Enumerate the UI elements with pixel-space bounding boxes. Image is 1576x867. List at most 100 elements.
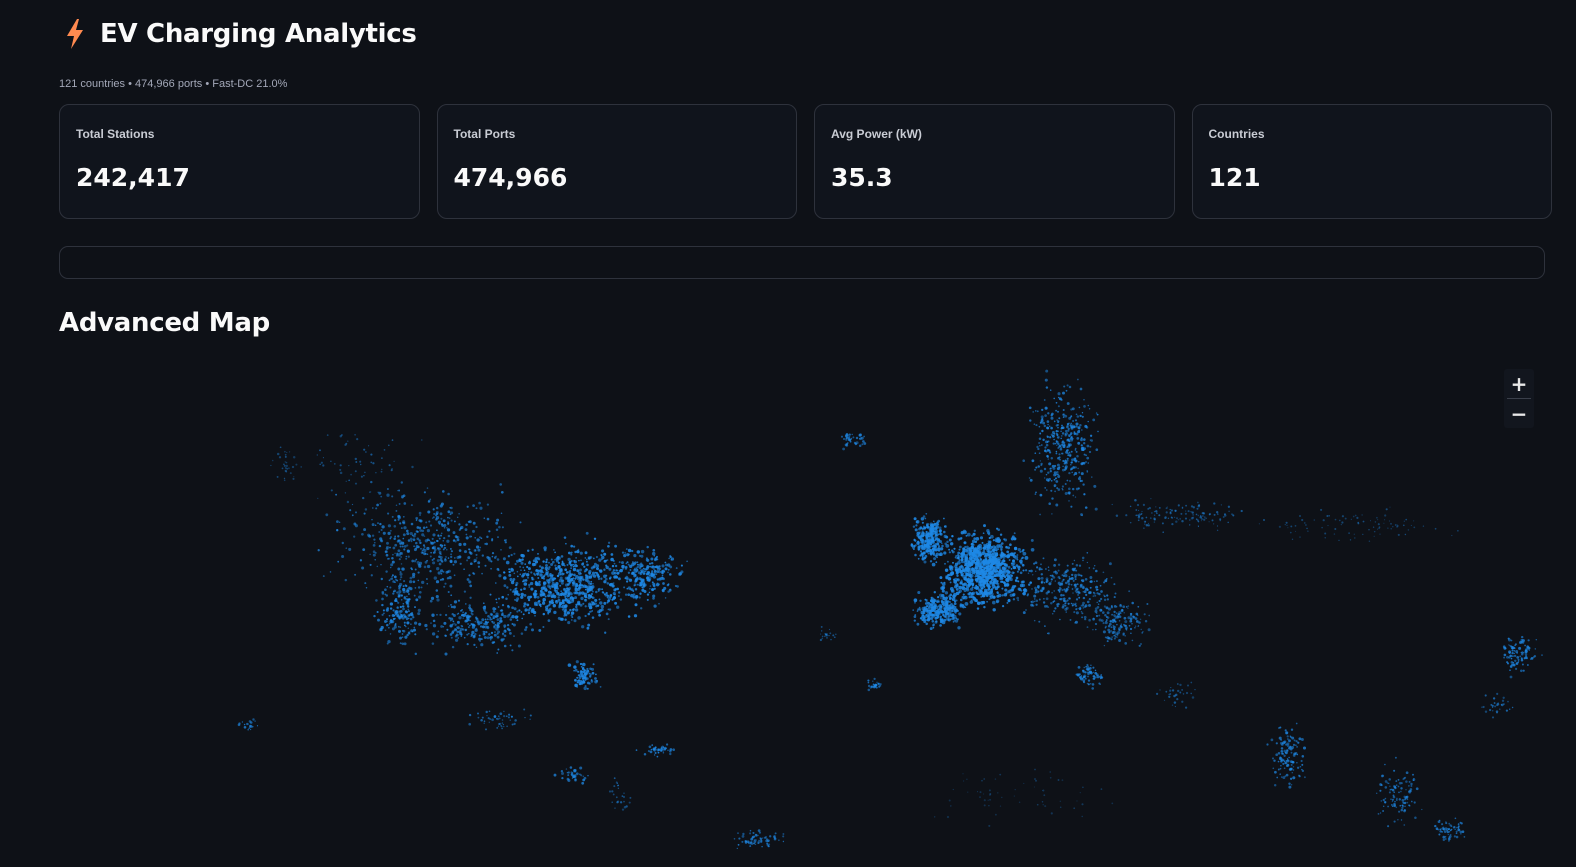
station-point [960, 531, 964, 535]
station-point [1048, 462, 1052, 466]
station-point [440, 517, 443, 520]
station-point [1072, 579, 1075, 582]
station-point [554, 558, 556, 561]
station-point [1402, 778, 1405, 781]
station-point [519, 521, 522, 524]
station-point [413, 545, 415, 548]
station-point [484, 564, 487, 567]
station-point [341, 554, 345, 559]
station-point [1493, 702, 1496, 704]
station-point [319, 463, 321, 466]
station-point [1353, 533, 1355, 535]
station-point [466, 505, 469, 508]
station-point [1299, 536, 1301, 538]
station-point [1492, 710, 1494, 712]
station-point [1069, 437, 1072, 440]
station-point [634, 603, 638, 607]
station-point [1001, 594, 1004, 597]
station-point [378, 531, 381, 533]
station-point [278, 456, 282, 459]
station-point [978, 591, 982, 596]
station-point [538, 628, 542, 632]
station-point [1408, 804, 1411, 807]
station-point [493, 641, 496, 644]
advanced-map[interactable]: + − [59, 355, 1552, 867]
station-point [394, 598, 398, 601]
station-point [1045, 597, 1049, 601]
station-point [432, 619, 436, 623]
station-point [427, 510, 431, 514]
station-point [863, 435, 866, 438]
station-point [583, 565, 586, 568]
metric-label: Countries [1208, 127, 1265, 141]
station-point [496, 635, 500, 639]
station-point [402, 537, 405, 540]
station-point [1404, 798, 1407, 801]
station-point [956, 618, 959, 621]
station-point [429, 524, 433, 527]
station-point [287, 467, 290, 470]
station-point [579, 568, 582, 572]
station-point [1413, 520, 1415, 522]
station-point [1003, 567, 1007, 571]
station-point [1442, 838, 1446, 842]
station-point [468, 580, 472, 584]
station-point [1094, 609, 1098, 613]
station-point [1064, 602, 1067, 605]
station-point [1085, 426, 1089, 429]
station-point [613, 571, 617, 575]
station-point [1295, 530, 1297, 532]
station-point [447, 492, 450, 496]
station-point [395, 504, 398, 507]
station-point [376, 565, 379, 568]
station-point [1031, 459, 1035, 463]
station-point [624, 577, 627, 580]
station-point [1096, 592, 1099, 595]
station-point [1278, 525, 1282, 528]
station-point [935, 561, 938, 564]
station-point [858, 433, 862, 437]
station-point [546, 580, 549, 582]
station-point [1204, 516, 1206, 518]
station-point [355, 511, 357, 514]
station-point [1048, 569, 1050, 572]
station-point [472, 529, 475, 533]
station-point [564, 568, 568, 572]
station-point [276, 475, 279, 478]
station-point [1051, 591, 1053, 594]
station-point [1065, 389, 1068, 392]
station-point [976, 577, 979, 580]
station-point [424, 552, 427, 555]
station-point [1306, 527, 1308, 530]
station-point [1070, 577, 1073, 580]
station-point [577, 670, 580, 673]
station-point [949, 581, 952, 584]
station-point [495, 555, 497, 558]
station-point [845, 438, 848, 441]
station-point [1393, 804, 1396, 808]
station-point [376, 503, 379, 507]
station-point [1046, 441, 1049, 443]
station-point [652, 597, 655, 600]
station-point [487, 556, 491, 560]
station-point [399, 545, 402, 548]
station-point [668, 557, 670, 560]
station-point [1527, 664, 1529, 666]
station-point [384, 588, 387, 592]
station-point [558, 601, 563, 606]
station-point [1033, 600, 1036, 603]
station-point [442, 519, 446, 523]
station-point [460, 614, 463, 617]
station-point [564, 618, 567, 621]
station-point [915, 520, 919, 524]
station-point [1070, 408, 1073, 411]
station-point [1525, 647, 1529, 651]
station-point [1030, 538, 1034, 542]
station-point [1010, 568, 1013, 570]
station-point [1211, 519, 1214, 522]
station-point [567, 601, 571, 604]
station-point [1334, 527, 1337, 531]
station-point [397, 514, 401, 518]
station-point [650, 572, 654, 576]
station-point [1042, 557, 1045, 560]
